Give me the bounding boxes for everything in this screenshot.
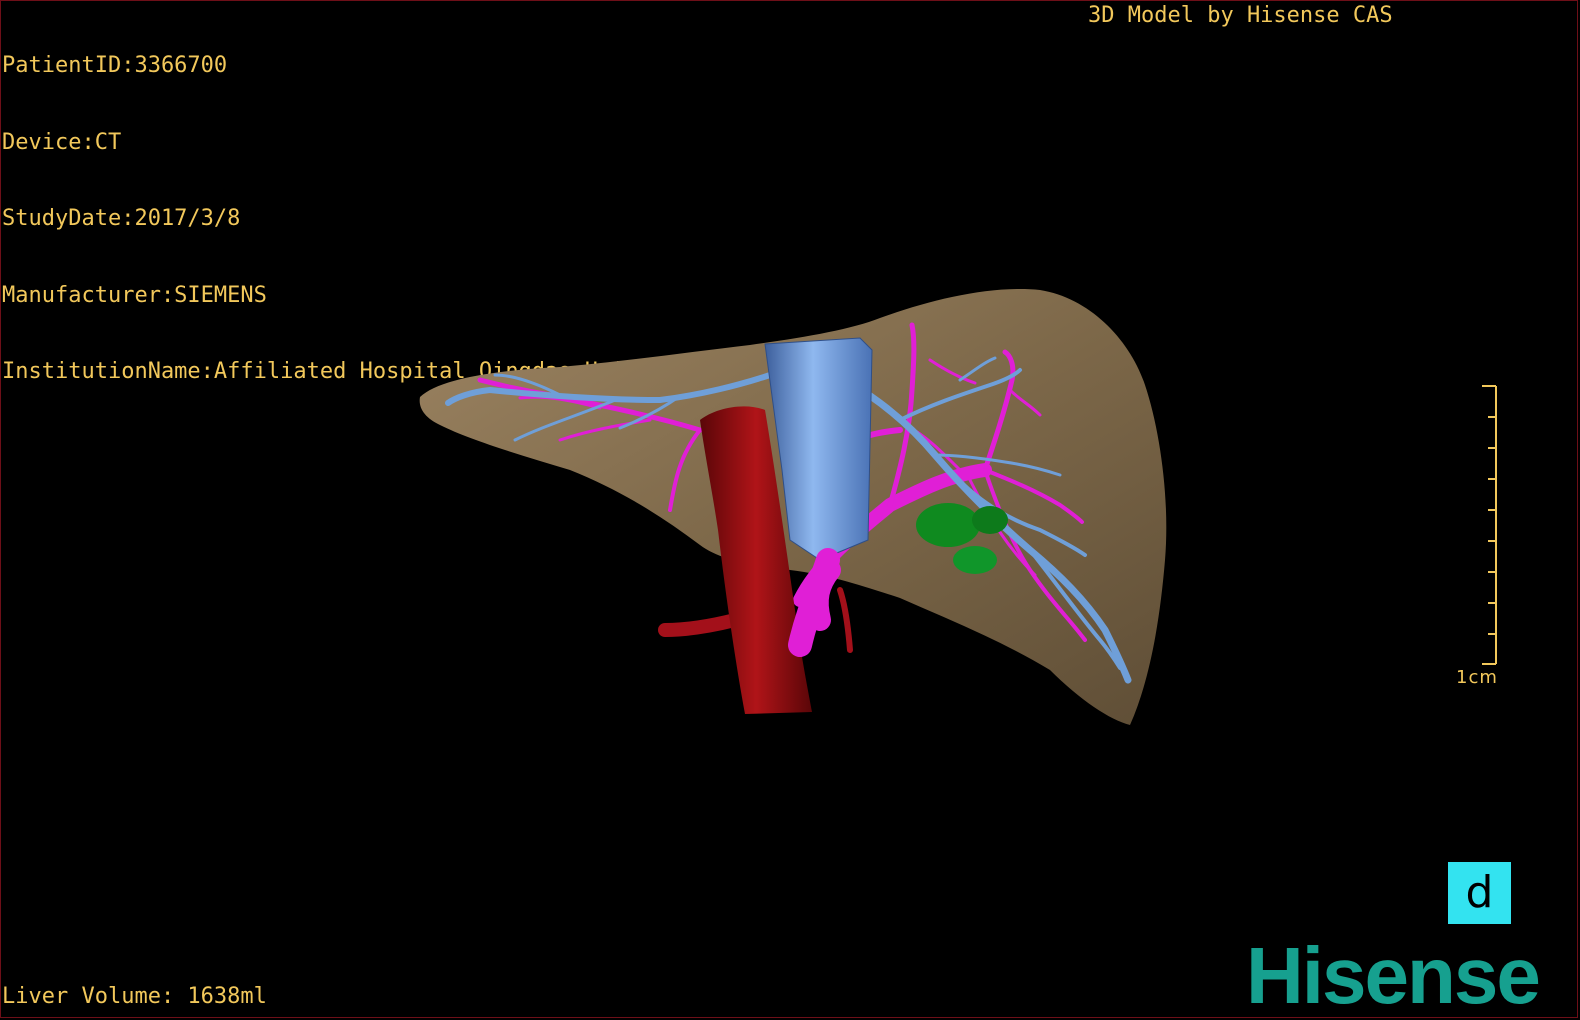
portal-vein-trunk	[788, 548, 840, 657]
view-label-badge: d	[1448, 862, 1511, 924]
scale-bar-label: 1cm	[1456, 667, 1498, 688]
3d-model-viewport[interactable]	[0, 0, 1580, 1020]
hisense-logo: Hisense	[1246, 937, 1541, 1015]
hepatic-artery-branch	[837, 587, 853, 653]
scale-bar	[1482, 385, 1497, 665]
hepatic-artery	[658, 613, 742, 637]
liver-volume-text: Liver Volume: 1638ml	[2, 984, 267, 1009]
